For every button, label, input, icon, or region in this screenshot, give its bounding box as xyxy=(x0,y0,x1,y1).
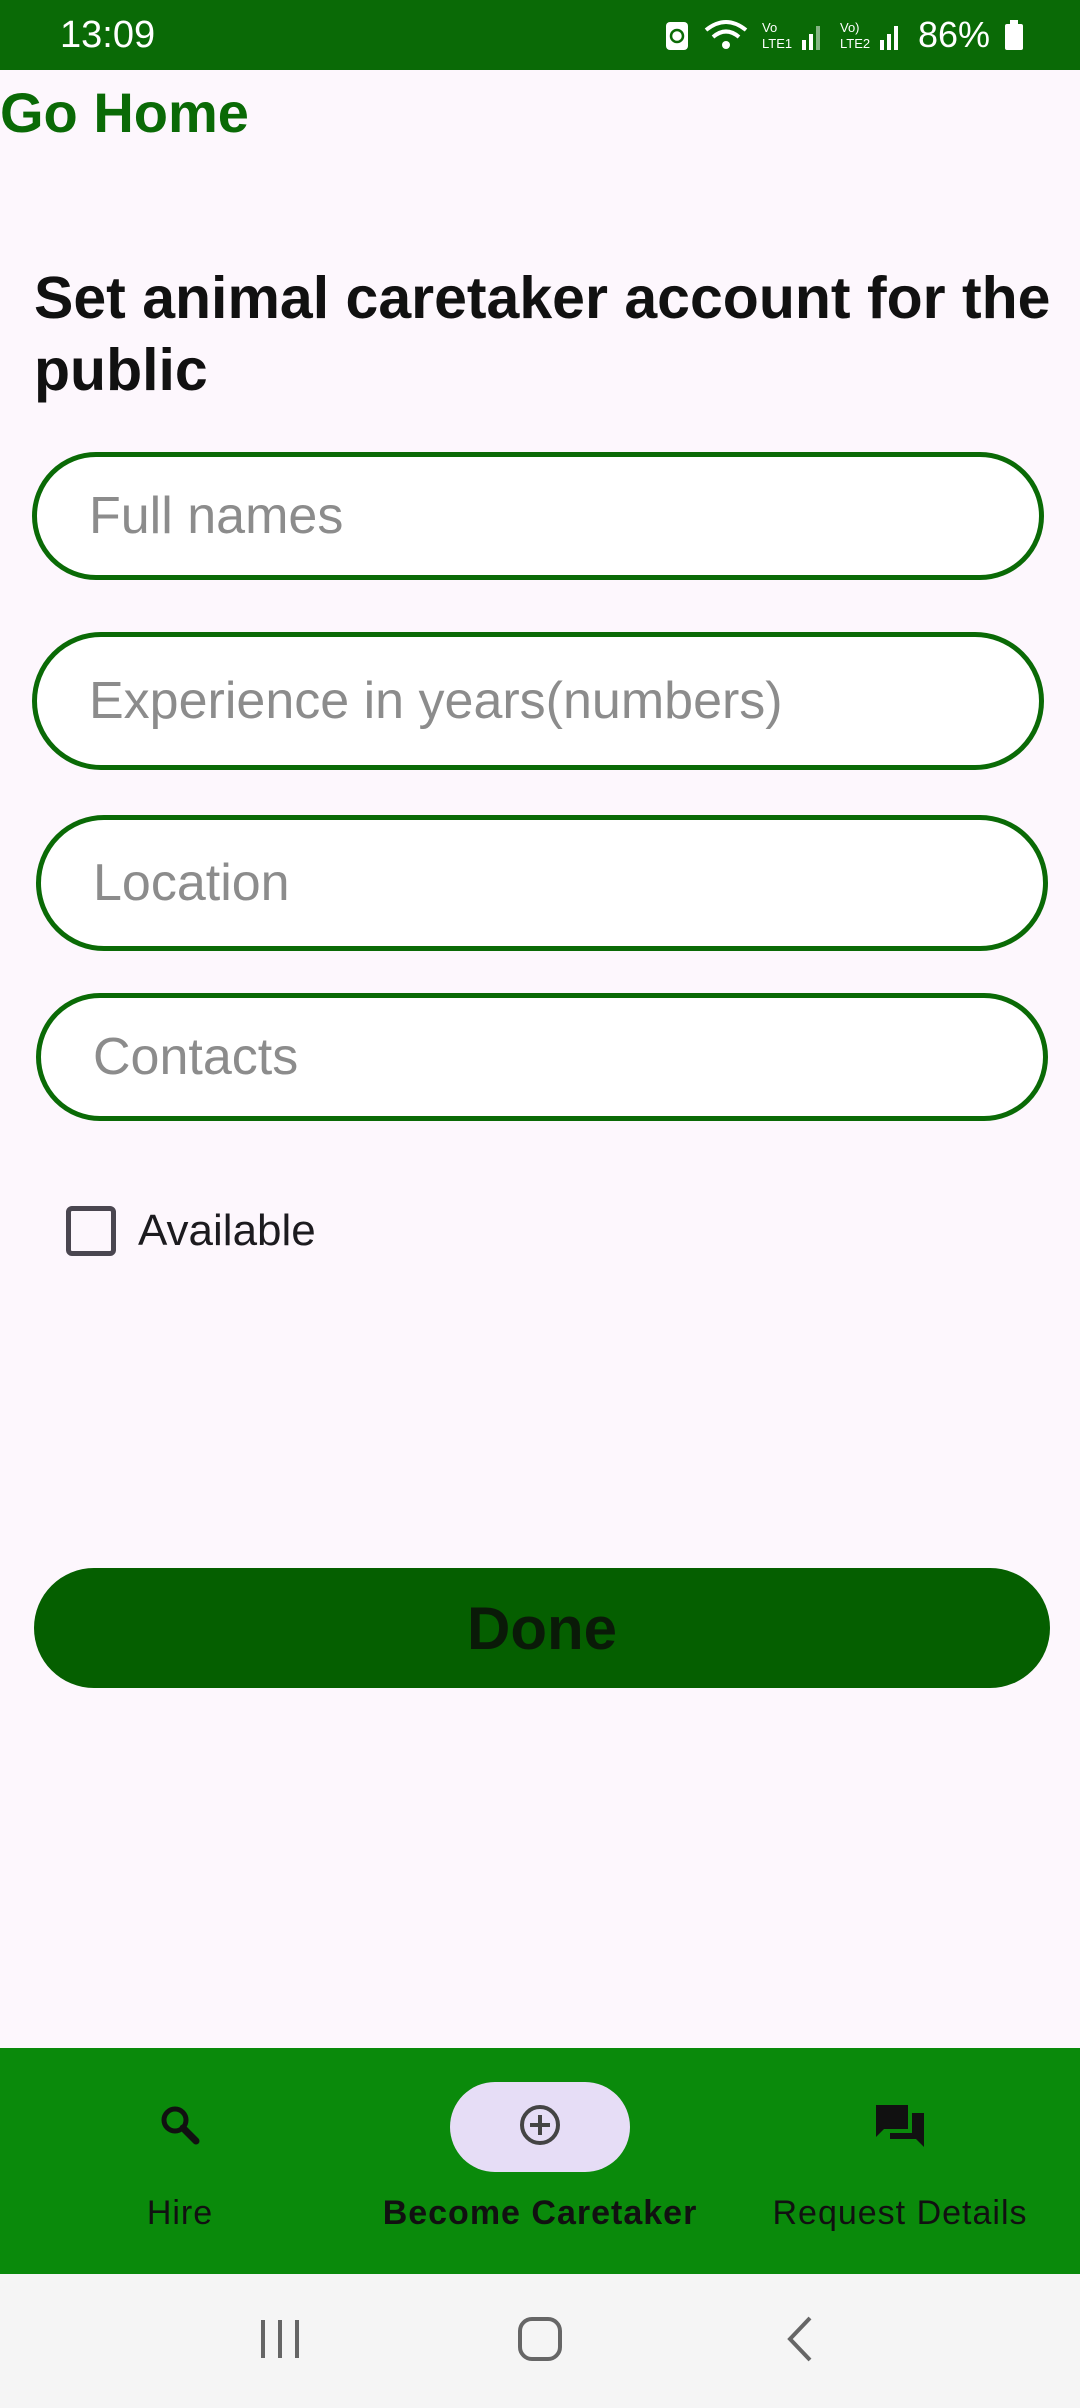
bottom-navigation: Hire Become Caretaker Request Details xyxy=(0,2048,1080,2274)
svg-text:Vo: Vo xyxy=(762,20,777,35)
available-checkbox-row[interactable]: Available xyxy=(66,1206,316,1256)
chat-icon xyxy=(874,2101,926,2154)
add-circle-icon xyxy=(518,2103,562,2152)
svg-text:Vo): Vo) xyxy=(840,20,860,35)
battery-percent: 86% xyxy=(917,14,990,55)
nav-item-hire[interactable]: Hire xyxy=(0,2048,360,2274)
nav-label-request-details: Request Details xyxy=(772,2194,1028,2232)
svg-text:LTE2: LTE2 xyxy=(840,36,870,51)
nav-icon-container-active xyxy=(450,2082,630,2172)
recent-apps-icon xyxy=(255,2316,305,2367)
available-label: Available xyxy=(138,1206,316,1255)
available-checkbox[interactable] xyxy=(66,1206,116,1256)
location-field[interactable] xyxy=(36,815,1048,951)
search-icon xyxy=(156,2101,204,2154)
full-names-field[interactable] xyxy=(32,452,1044,580)
nav-item-request-details[interactable]: Request Details xyxy=(720,2048,1080,2274)
location-input[interactable] xyxy=(93,853,1043,913)
system-navigation-bar xyxy=(0,2274,1080,2408)
home-icon xyxy=(515,2314,565,2369)
go-home-link[interactable]: Go Home xyxy=(0,80,249,145)
nav-icon-container xyxy=(810,2082,990,2172)
contacts-field[interactable] xyxy=(36,993,1048,1121)
page-title: Set animal caretaker account for the pub… xyxy=(34,265,1051,403)
home-button[interactable] xyxy=(500,2301,580,2381)
nav-label-hire: Hire xyxy=(146,2194,214,2232)
back-button[interactable] xyxy=(760,2301,840,2381)
svg-text:LTE1: LTE1 xyxy=(762,36,792,51)
done-button[interactable]: Done xyxy=(34,1568,1050,1688)
wifi-icon xyxy=(704,18,748,52)
full-names-input[interactable] xyxy=(89,486,1039,546)
nav-icon-container xyxy=(90,2082,270,2172)
status-time: 13:09 xyxy=(60,13,156,56)
nav-item-become-caretaker[interactable]: Become Caretaker xyxy=(360,2048,720,2274)
signal-lte1-icon: Vo LTE1 xyxy=(762,18,826,52)
experience-input[interactable] xyxy=(89,671,1039,731)
signal-lte2-icon: Vo) LTE2 xyxy=(840,18,904,52)
battery-icon xyxy=(1004,18,1024,52)
contacts-input[interactable] xyxy=(93,1027,1043,1087)
experience-field[interactable] xyxy=(32,632,1044,770)
status-icons: Vo LTE1 Vo) LTE2 86% xyxy=(664,14,1024,56)
status-bar: 13:09 Vo LTE1 Vo) LTE2 86% xyxy=(0,0,1080,70)
nav-label-become-caretaker: Become Caretaker xyxy=(382,2194,698,2232)
recent-apps-button[interactable] xyxy=(240,2301,320,2381)
recycle-icon xyxy=(664,18,690,52)
back-icon xyxy=(780,2314,820,2369)
